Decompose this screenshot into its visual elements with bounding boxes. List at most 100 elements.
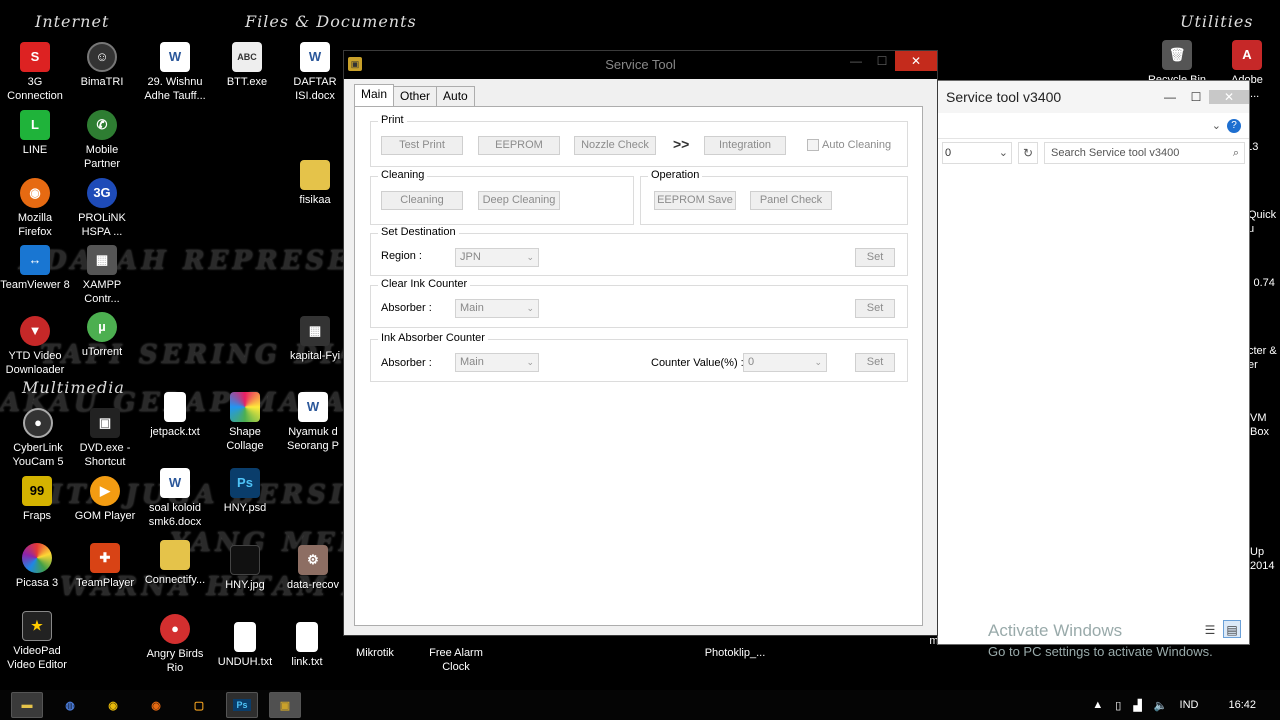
cleaning-button[interactable]: Cleaning <box>381 191 463 210</box>
desktop-icon-partial-vm[interactable]: VM Box <box>1250 411 1280 439</box>
network-icon[interactable]: ▯ <box>1115 699 1121 712</box>
desktop-icon-free-alarm[interactable]: Free Alarm Clock <box>421 646 491 674</box>
desktop-icon-partial-cter[interactable]: cter & er <box>1248 344 1280 372</box>
service-tool-taskbar-button[interactable]: ▣ <box>269 692 301 718</box>
panel-check-button[interactable]: Panel Check <box>750 191 832 210</box>
desktop-icon-partial-074[interactable]: i 0.74 <box>1248 276 1280 290</box>
tab-auto[interactable]: Auto <box>436 86 475 106</box>
chevron-down-icon[interactable]: ⌄ <box>999 143 1011 163</box>
desktop-icon-cyberlink[interactable]: ● CyberLink YouCam 5 <box>3 408 73 469</box>
desktop-icon-nyamuk[interactable]: W Nyamuk d Seorang P <box>278 392 348 453</box>
deep-cleaning-button[interactable]: Deep Cleaning <box>478 191 560 210</box>
desktop-icon-dvd[interactable]: ▣ DVD.exe - Shortcut <box>70 408 140 469</box>
3g-taskbar-button[interactable]: ◍ <box>54 692 86 718</box>
close-icon[interactable]: ✕ <box>895 51 937 71</box>
signal-icon[interactable]: ▟ <box>1133 699 1141 712</box>
integration-button[interactable]: Integration <box>704 136 786 155</box>
region-select[interactable]: JPN ⌄ <box>455 248 539 267</box>
nozzle-check-button[interactable]: Nozzle Check <box>574 136 656 155</box>
desktop-icon-3g-connection[interactable]: S 3G Connection <box>0 42 70 103</box>
file-icon: ▦ <box>300 316 330 346</box>
language-indicator[interactable]: IND <box>1180 699 1199 711</box>
ink-absorber-set-button[interactable]: Set <box>855 353 895 372</box>
service-tool-titlebar[interactable]: ▣ Service Tool — ☐ ✕ <box>344 51 937 77</box>
activate-windows-title: Activate Windows <box>988 621 1123 640</box>
ink-absorber-select[interactable]: Main ⌄ <box>455 353 539 372</box>
notes-taskbar-button[interactable]: ▢ <box>183 692 215 718</box>
tab-other[interactable]: Other <box>393 86 438 106</box>
desktop-icon-soal[interactable]: Wsoal koloid smk6.docx <box>140 468 210 529</box>
desktop-icon-fisikaa[interactable]: fisikaa <box>280 160 350 207</box>
desktop-icon-ytd[interactable]: ▼ YTD Video Downloader <box>0 316 70 377</box>
desktop-icon-hny-jpg[interactable]: HNY.jpg <box>210 545 280 592</box>
print-group: Print Test Print EEPROM Nozzle Check >> … <box>370 114 908 167</box>
details-view-icon[interactable]: ☰ <box>1201 620 1219 638</box>
desktop-icon-gom[interactable]: ▶ GOM Player <box>70 476 140 523</box>
desktop-icon-picasa[interactable]: Picasa 3 <box>2 543 72 590</box>
counter-value-label: Counter Value(%) : <box>651 357 744 369</box>
desktop-icon-partial-quick[interactable]: Quick u <box>1248 208 1280 236</box>
desktop-icon-videopad[interactable]: ★ VideoPad Video Editor <box>2 611 72 672</box>
minimize-icon[interactable]: — <box>1157 90 1183 104</box>
region-label: Region : <box>381 250 422 262</box>
volume-icon[interactable]: 🔈 <box>1154 699 1168 712</box>
desktop-icon-bimatri[interactable]: ☺ BimaTRI <box>67 42 137 89</box>
firefox-taskbar-button[interactable]: ◉ <box>140 692 172 718</box>
tab-main[interactable]: Main <box>354 84 395 106</box>
desktop-icon-jetpack[interactable]: jetpack.txt <box>140 392 210 439</box>
desktop-icon-daftar-isi[interactable]: W DAFTAR ISI.docx <box>280 42 350 103</box>
text-file-icon <box>164 392 186 422</box>
tray-expand-icon[interactable]: ▲ <box>1092 699 1103 711</box>
desktop-icon-wishnu-doc[interactable]: W 29. Wishnu Adhe Tauff... <box>140 42 210 103</box>
refresh-icon[interactable]: ↻ <box>1018 142 1038 164</box>
clock[interactable]: 16:42 <box>1228 699 1256 711</box>
eeprom-save-button[interactable]: EEPROM Save <box>654 191 736 210</box>
chevron-down-icon[interactable]: ⌄ <box>1212 119 1221 132</box>
eeprom-button[interactable]: EEPROM <box>478 136 560 155</box>
clear-absorber-select[interactable]: Main ⌄ <box>455 299 539 318</box>
maximize-icon[interactable]: ☐ <box>1183 90 1209 104</box>
word-document-icon: W <box>160 42 190 72</box>
desktop-icon-teamplayer[interactable]: ✚ TeamPlayer <box>70 543 140 590</box>
explorer-title: Service tool v3400 <box>946 89 1062 105</box>
maximize-icon[interactable]: ☐ <box>869 51 895 71</box>
view-toggle: ☰ ▤ <box>1201 620 1241 638</box>
prolink-3g-icon: 3G <box>87 178 117 208</box>
desktop-icon-partial-up[interactable]: Up 2014 <box>1250 545 1280 573</box>
desktop-icon-teamviewer[interactable]: ↔ TeamViewer 8 <box>0 245 70 292</box>
desktop-icon-xampp[interactable]: ▦ XAMPP Contr... <box>67 245 137 306</box>
absorber-label: Absorber : <box>381 357 432 369</box>
desktop-icon-btt[interactable]: ABC BTT.exe <box>212 42 282 89</box>
desktop-icon-angry-birds[interactable]: ● Angry Birds Rio <box>140 614 210 675</box>
chrome-taskbar-button[interactable]: ◉ <box>97 692 129 718</box>
desktop-icon-hny-psd[interactable]: Ps HNY.psd <box>210 468 280 515</box>
clear-ink-set-button[interactable]: Set <box>855 299 895 318</box>
desktop-icon-mikrotik[interactable]: Mikrotik <box>340 646 410 660</box>
test-print-button[interactable]: Test Print <box>381 136 463 155</box>
search-input[interactable]: Search Service tool v3400 ⌕ <box>1044 142 1245 164</box>
address-bar[interactable]: 0 ⌄ <box>942 142 1012 164</box>
minimize-icon[interactable]: — <box>843 51 869 71</box>
desktop-icon-shape-collage[interactable]: Shape Collage <box>210 392 280 453</box>
desktop-icon-utorrent[interactable]: µ uTorrent <box>67 312 137 359</box>
photoshop-taskbar-button[interactable]: Ps <box>226 692 258 718</box>
explorer-titlebar[interactable]: Service tool v3400 — ☐ ✕ <box>938 81 1249 113</box>
close-icon[interactable]: ✕ <box>1209 90 1249 104</box>
desktop-icon-link[interactable]: link.txt <box>272 622 342 669</box>
desktop-icon-connectify[interactable]: Connectify... <box>140 540 210 587</box>
desktop-icon-prolink[interactable]: 3G PROLiNK HSPA ... <box>67 178 137 239</box>
large-icons-view-icon[interactable]: ▤ <box>1223 620 1241 638</box>
set-destination-button[interactable]: Set <box>855 248 895 267</box>
desktop-icon-firefox[interactable]: ◉ Mozilla Firefox <box>0 178 70 239</box>
desktop-icon-data-recov[interactable]: ⚙ data-recov <box>278 545 348 592</box>
desktop-icon-unduh[interactable]: UNDUH.txt <box>210 622 280 669</box>
auto-cleaning-checkbox[interactable] <box>807 139 819 151</box>
desktop-icon-fraps[interactable]: 99 Fraps <box>2 476 72 523</box>
desktop-icon-kapital[interactable]: ▦ kapital-Fyi <box>280 316 350 363</box>
desktop-icon-mobile-partner[interactable]: ✆ Mobile Partner <box>67 110 137 171</box>
file-explorer-taskbar-button[interactable]: ▬ <box>11 692 43 718</box>
counter-value-select[interactable]: 0 ⌄ <box>743 353 827 372</box>
desktop-icon-photoklip[interactable]: Photoklip_... <box>700 646 770 660</box>
help-icon[interactable]: ? <box>1227 118 1241 133</box>
desktop-icon-line[interactable]: L LINE <box>0 110 70 157</box>
